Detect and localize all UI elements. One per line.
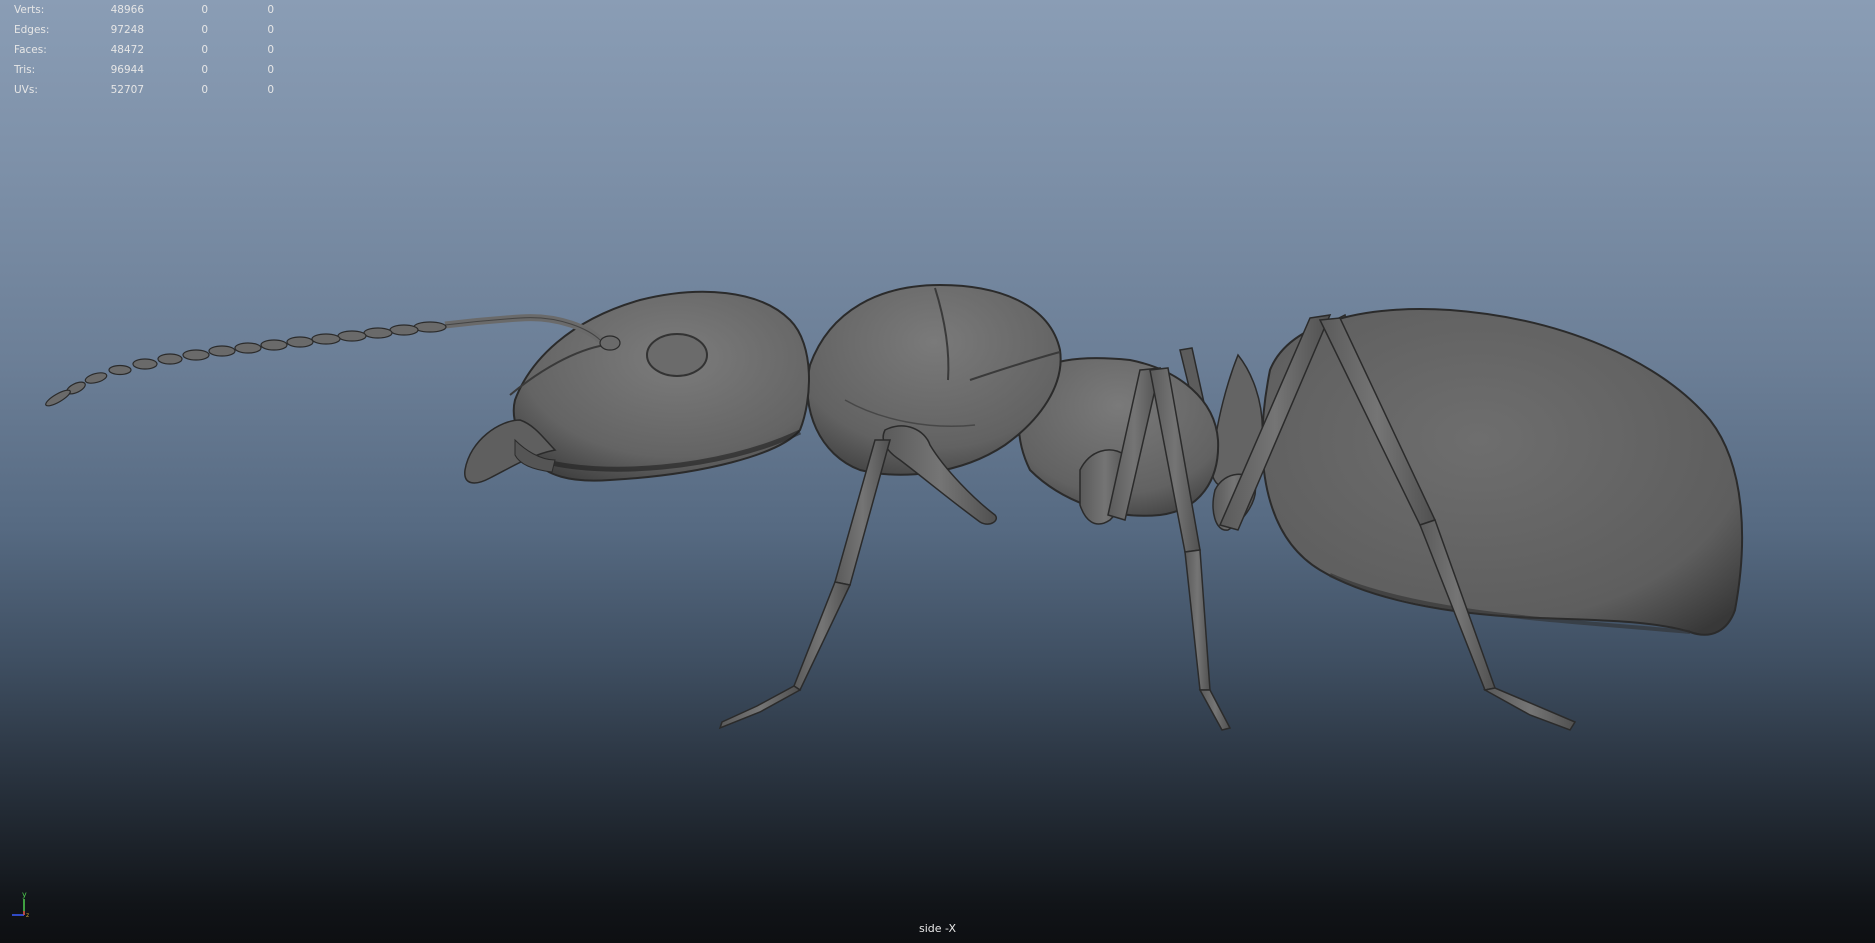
camera-name-label: side -X [919,922,956,935]
axis-y-label: y [22,890,27,899]
axis-gizmo-icon: y z [12,890,29,919]
ant-front-leg [718,425,997,730]
axis-z-label: z [26,912,29,919]
ant-model[interactable] [0,0,1875,943]
ant-eye [646,333,708,377]
ant-gaster [1261,308,1744,636]
viewport-3d[interactable]: Verts: 48966 0 0 Edges: 97248 0 0 Faces:… [0,0,1875,943]
